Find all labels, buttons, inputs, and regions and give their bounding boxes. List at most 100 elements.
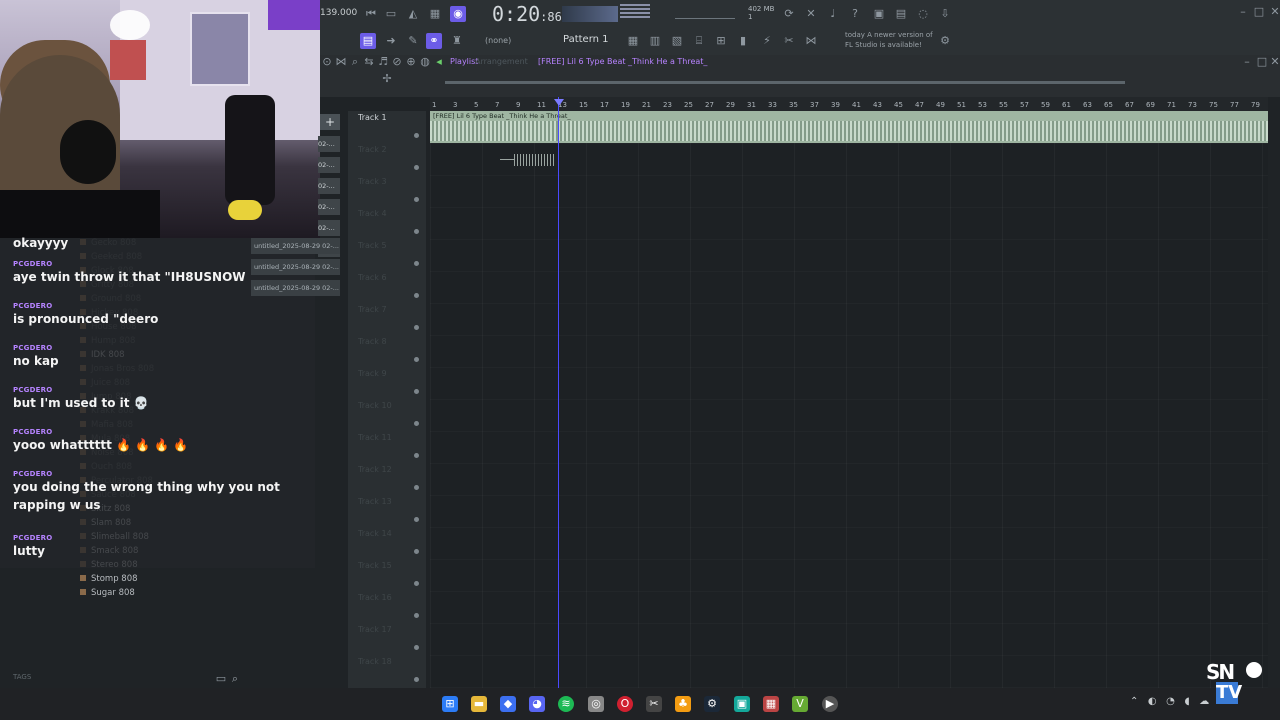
maximize-icon[interactable]: □ bbox=[1252, 6, 1266, 18]
record-mode-icon[interactable]: ◉ bbox=[450, 6, 466, 22]
system-tray[interactable]: ⌃ ◐ ◔ ◖ ☁ bbox=[1130, 696, 1209, 707]
open-window-tab[interactable]: 02-... bbox=[318, 136, 340, 152]
channel-rack-icon[interactable]: ▦ bbox=[626, 35, 640, 47]
playhead-marker[interactable] bbox=[554, 99, 564, 106]
help-icon[interactable]: ? bbox=[848, 8, 862, 20]
magnet-icon[interactable]: ⋈ bbox=[804, 35, 818, 47]
track-toggle[interactable] bbox=[414, 261, 419, 266]
untitled-window-tab[interactable]: untitled_2025-08-29 02-... bbox=[251, 238, 340, 254]
metronome-icon[interactable]: ◭ bbox=[406, 8, 420, 20]
folder-icon[interactable]: ▭ bbox=[214, 673, 228, 685]
app-blue-icon[interactable]: ◆ bbox=[500, 696, 516, 712]
playlist-grid[interactable] bbox=[430, 111, 1268, 688]
playhead[interactable] bbox=[558, 97, 559, 688]
track-label[interactable]: Track 5 bbox=[358, 241, 387, 250]
cpu-icon[interactable]: ⟳ bbox=[782, 8, 796, 20]
rewind-icon[interactable]: ⏮ bbox=[364, 8, 378, 20]
mute-icon[interactable]: ♬ bbox=[376, 56, 390, 68]
plugin-db-icon[interactable]: ▮ bbox=[736, 35, 750, 47]
arrangement-breadcrumb[interactable]: Arrangement bbox=[475, 57, 528, 66]
stamp-icon[interactable]: ♜ bbox=[450, 35, 464, 47]
save-icon[interactable]: ▣ bbox=[872, 8, 886, 20]
plug-icon[interactable]: ⚡ bbox=[760, 35, 774, 47]
app-v-icon[interactable]: V bbox=[792, 696, 808, 712]
zoom-tool-icon[interactable]: ⊕ bbox=[404, 56, 418, 68]
browser-icon[interactable]: ⌸ bbox=[692, 35, 706, 47]
mixer-view-icon[interactable]: ▧ bbox=[670, 35, 684, 47]
spotify-icon[interactable]: ≋ bbox=[558, 696, 574, 712]
pencil-icon[interactable]: ✎ bbox=[406, 35, 420, 47]
tempo-display[interactable]: 139.000 bbox=[320, 8, 357, 18]
mixer-icon[interactable]: ✕ bbox=[804, 8, 818, 20]
track-label[interactable]: Track 3 bbox=[358, 177, 387, 186]
track-toggle[interactable] bbox=[414, 613, 419, 618]
tools-icon[interactable]: ✂ bbox=[782, 35, 796, 47]
untitled-window-tab[interactable]: untitled_2025-08-29 02-... bbox=[251, 280, 340, 296]
track-toggle[interactable] bbox=[414, 581, 419, 586]
fl-studio-icon[interactable]: ♣ bbox=[675, 696, 691, 712]
chrome-icon[interactable]: ◎ bbox=[588, 696, 604, 712]
track-label[interactable]: Track 2 bbox=[358, 145, 387, 154]
track-label[interactable]: Track 11 bbox=[358, 433, 392, 442]
master-pitch-slider[interactable] bbox=[675, 4, 735, 19]
open-window-tab[interactable]: 02-... bbox=[318, 157, 340, 173]
opera-icon[interactable]: O bbox=[617, 696, 633, 712]
menu-icon[interactable]: ⊙ bbox=[320, 56, 334, 68]
file-explorer-icon[interactable]: ▬ bbox=[471, 696, 487, 712]
track-toggle[interactable] bbox=[414, 197, 419, 202]
track-label[interactable]: Track 8 bbox=[358, 337, 387, 346]
open-window-tab[interactable]: 02-... bbox=[318, 178, 340, 194]
capcut-icon[interactable]: ✂ bbox=[646, 696, 662, 712]
track-toggle[interactable] bbox=[414, 389, 419, 394]
window-close-icon[interactable]: ✕ bbox=[1268, 56, 1280, 68]
steam-icon[interactable]: ⚙ bbox=[704, 696, 720, 712]
play-icon[interactable]: ◂ bbox=[432, 56, 446, 68]
step-icon[interactable]: ▦ bbox=[428, 8, 442, 20]
track-label[interactable]: Track 6 bbox=[358, 273, 387, 282]
track-toggle[interactable] bbox=[414, 645, 419, 650]
track-toggle[interactable] bbox=[414, 549, 419, 554]
audio-clip[interactable]: [FREE] Lil 6 Type Beat _Think He a Threa… bbox=[430, 111, 1268, 143]
track-toggle[interactable] bbox=[414, 421, 419, 426]
track-toggle[interactable] bbox=[414, 133, 419, 138]
app-grid-icon[interactable]: ▦ bbox=[763, 696, 779, 712]
move-icon[interactable]: ✢ bbox=[380, 73, 394, 85]
untitled-window-tab[interactable]: untitled_2025-08-29 02-... bbox=[251, 259, 340, 275]
window-maximize-icon[interactable]: □ bbox=[1255, 56, 1269, 68]
track-label[interactable]: Track 12 bbox=[358, 465, 392, 474]
track-toggle[interactable] bbox=[414, 485, 419, 490]
record-icon[interactable]: ◍ bbox=[418, 56, 432, 68]
link-icon[interactable]: ⚭ bbox=[426, 33, 442, 49]
horizontal-scrollbar[interactable] bbox=[445, 81, 1125, 84]
track-label[interactable]: Track 14 bbox=[358, 529, 392, 538]
select-icon[interactable]: ⇆ bbox=[362, 56, 376, 68]
track-toggle[interactable] bbox=[414, 453, 419, 458]
snap-select[interactable]: (none) bbox=[485, 36, 511, 45]
pattern-select[interactable]: Pattern 1 bbox=[563, 34, 609, 45]
track-label[interactable]: Track 13 bbox=[358, 497, 392, 506]
track-label[interactable]: Track 16 bbox=[358, 593, 392, 602]
open-window-tab[interactable]: 02-... bbox=[318, 220, 340, 236]
track-toggle[interactable] bbox=[414, 165, 419, 170]
tree-icon[interactable]: ⊞ bbox=[714, 35, 728, 47]
tags-label[interactable]: TAGS bbox=[13, 673, 31, 681]
zoom-icon[interactable]: ⌕ bbox=[348, 56, 362, 68]
app-teal-icon[interactable]: ▣ bbox=[734, 696, 750, 712]
browser-item[interactable]: Sugar 808 bbox=[80, 588, 135, 598]
arrow-icon[interactable]: ➜ bbox=[384, 35, 398, 47]
track-toggle[interactable] bbox=[414, 357, 419, 362]
news-panel[interactable]: today A newer version of FL Studio is ava… bbox=[845, 30, 945, 50]
track-label[interactable]: Track 18 bbox=[358, 657, 392, 666]
track-toggle[interactable] bbox=[414, 229, 419, 234]
discord-icon[interactable]: ◕ bbox=[529, 696, 545, 712]
track-label[interactable]: Track 9 bbox=[358, 369, 387, 378]
window-minimize-icon[interactable]: – bbox=[1240, 56, 1254, 68]
download-icon[interactable]: ⇩ bbox=[938, 8, 952, 20]
open-window-tab[interactable]: 02-... bbox=[318, 199, 340, 215]
audio-clip-small[interactable] bbox=[500, 150, 560, 170]
track-toggle[interactable] bbox=[414, 325, 419, 330]
mic-icon[interactable]: ♩ bbox=[826, 8, 840, 20]
track-label[interactable]: Track 7 bbox=[358, 305, 387, 314]
wait-icon[interactable]: ▭ bbox=[384, 8, 398, 20]
chat-icon[interactable]: ◌ bbox=[916, 8, 930, 20]
